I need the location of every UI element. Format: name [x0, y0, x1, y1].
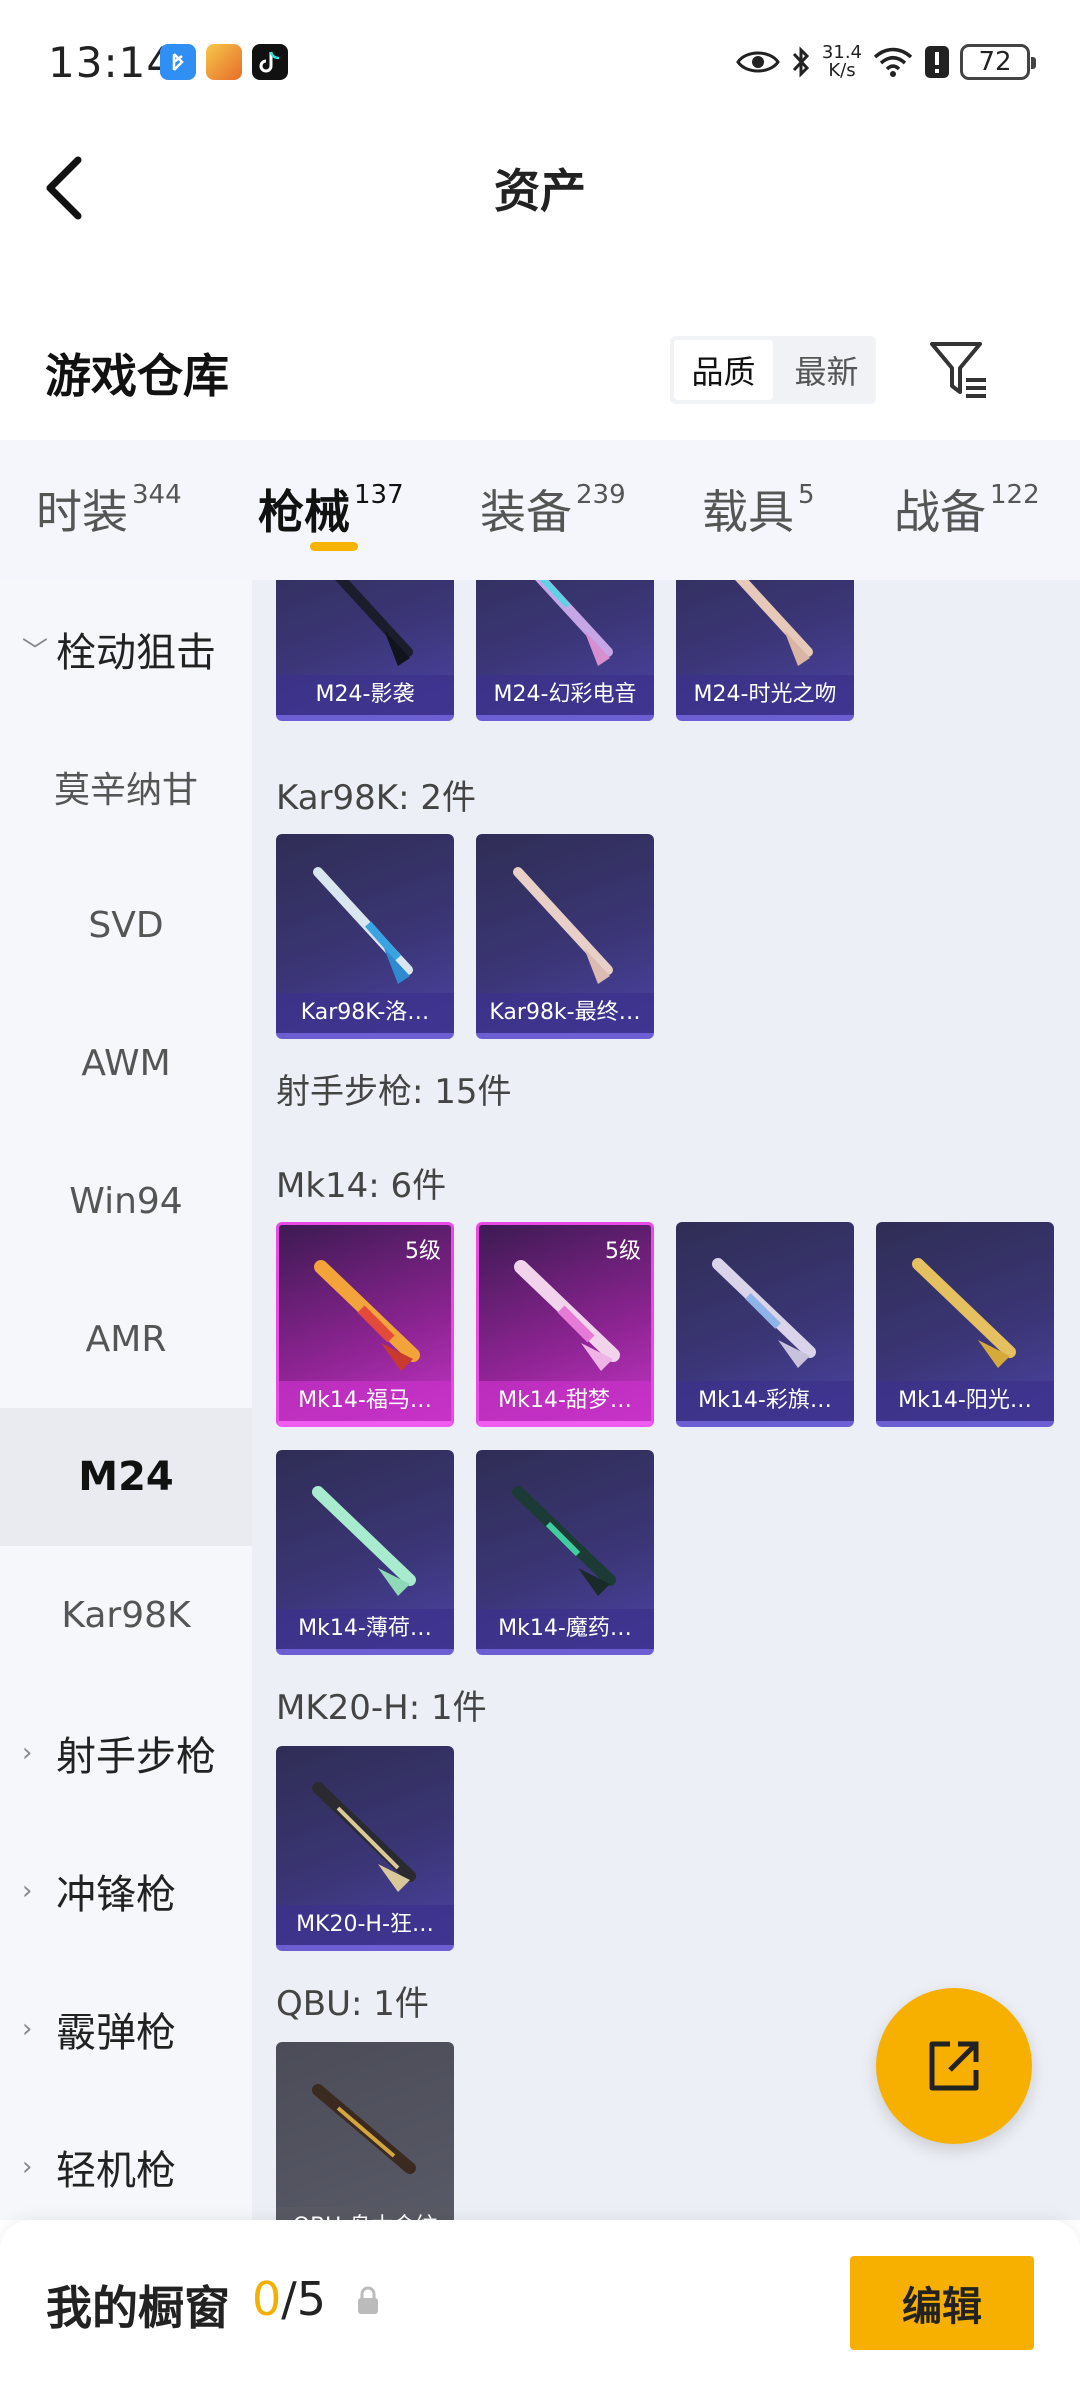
weapon-name: M24-时光之吻 — [676, 675, 854, 715]
showcase-count: 0/5 — [252, 2272, 327, 2326]
sort-latest-option[interactable]: 最新 — [777, 336, 876, 404]
rifle-icon — [513, 867, 613, 984]
sidebar-item-mosin[interactable]: 莫辛纳甘 — [0, 718, 252, 856]
sidebar-item-win94[interactable]: Win94 — [0, 1132, 252, 1270]
rifle-icon — [912, 1258, 1016, 1368]
group-header-kar98k: Kar98K: 2件 — [276, 778, 476, 818]
share-icon — [929, 2041, 979, 2091]
tab-equipment[interactable]: 装备 239 — [480, 476, 626, 542]
showcase-label: 我的橱窗 — [46, 2281, 230, 2335]
weapon-card[interactable]: Kar98k-最终… — [476, 834, 654, 1039]
alert-icon — [925, 46, 949, 78]
rifle-icon — [312, 1782, 416, 1892]
weapon-level: 5级 — [605, 1239, 641, 1264]
showcase-bar: 我的橱窗 0/5 编辑 — [0, 2220, 1080, 2382]
weapon-card[interactable]: Mk14-阳光… — [876, 1222, 1054, 1427]
weapon-card[interactable]: MK20-H-狂… — [276, 1746, 454, 1951]
rifle-icon — [312, 1486, 416, 1596]
weapon-card[interactable]: QBU-鸟木金纹 — [276, 2042, 454, 2220]
share-button[interactable] — [876, 1988, 1032, 2144]
weapon-name: M24-幻彩电音 — [476, 675, 654, 715]
eye-icon — [736, 51, 780, 73]
chevron-down-icon: ﹀ — [22, 636, 49, 667]
sidebar-group-bolt-action[interactable]: ﹀ 栓动狙击 — [0, 580, 252, 718]
weapon-sidebar: ﹀ 栓动狙击 莫辛纳甘 SVD AWM Win94 AMR M24 Kar98K… — [0, 580, 252, 2220]
sidebar-item-svd[interactable]: SVD — [0, 856, 252, 994]
battery-icon: 72 — [960, 44, 1036, 80]
group-header-mk14: Mk14: 6件 — [276, 1166, 447, 1206]
group-header-mk20h: MK20-H: 1件 — [276, 1688, 487, 1728]
weapon-name: Mk14-阳光… — [876, 1381, 1054, 1421]
weapon-name: Mk14-福马… — [279, 1381, 451, 1421]
sidebar-group-marksman[interactable]: › 射手步枪 — [0, 1684, 252, 1822]
tab-fashion[interactable]: 时装 344 — [36, 476, 182, 542]
sidebar-item-kar98k[interactable]: Kar98K — [0, 1546, 252, 1684]
weapon-card[interactable]: M24-影袭 — [276, 580, 454, 721]
weapon-card[interactable]: Kar98K-洛… — [276, 834, 454, 1039]
game-app-icon — [206, 44, 242, 80]
weapon-name: Mk14-彩旗… — [676, 1381, 854, 1421]
weapon-name: Kar98k-最终… — [476, 993, 654, 1033]
weapon-content: M24-影袭 M24-幻彩电音 M24-时光之吻 Kar98K: 2件 Kar9… — [252, 580, 1080, 2220]
weapon-name: Mk14-薄荷… — [276, 1609, 454, 1649]
status-bar: 13:14 31.4 K/s 72 — [0, 0, 1080, 125]
weapon-card[interactable]: 5级 Mk14-甜梦… — [476, 1222, 654, 1427]
tab-firearms[interactable]: 枪械 137 — [258, 476, 404, 542]
group-header-marksman: 射手步枪: 15件 — [276, 1072, 512, 1112]
chevron-right-icon: › — [22, 2152, 33, 2182]
weapon-name: Mk14-魔药… — [476, 1609, 654, 1649]
weapon-name: M24-影袭 — [276, 675, 454, 715]
page-title: 资产 — [494, 164, 586, 218]
tab-combat-gear[interactable]: 战备 122 — [894, 476, 1040, 542]
status-time: 13:14 — [48, 38, 175, 87]
weapon-name: MK20-H-狂… — [276, 1905, 454, 1945]
weapon-card[interactable]: 5级 Mk14-福马… — [276, 1222, 454, 1427]
weapon-card[interactable]: Mk14-薄荷… — [276, 1450, 454, 1655]
weapon-name: QBU-鸟木金纹 — [276, 2207, 454, 2220]
weapon-name: Mk14-甜梦… — [479, 1381, 651, 1421]
rifle-icon — [312, 2084, 416, 2174]
chevron-right-icon: › — [22, 1738, 33, 1768]
rifle-icon — [335, 580, 413, 666]
rifle-icon — [512, 1486, 616, 1596]
filter-button[interactable] — [928, 336, 990, 404]
status-icons: 31.4 K/s 72 — [736, 40, 1036, 84]
sidebar-item-awm[interactable]: AWM — [0, 994, 252, 1132]
tiktok-icon — [252, 44, 288, 80]
weapon-level: 5级 — [405, 1239, 441, 1264]
active-tab-indicator — [310, 542, 358, 551]
sidebar-group-shotgun[interactable]: › 霰弹枪 — [0, 1960, 252, 2098]
filter-icon — [930, 342, 986, 398]
weapon-card[interactable]: Mk14-魔药… — [476, 1450, 654, 1655]
rifle-icon — [735, 580, 813, 666]
bluetooth-icon — [792, 46, 810, 78]
sidebar-item-amr[interactable]: AMR — [0, 1270, 252, 1408]
sidebar-group-smg[interactable]: › 冲锋枪 — [0, 1822, 252, 1960]
rifle-icon — [313, 867, 413, 984]
sort-toggle: 品质 最新 — [670, 336, 876, 404]
bluetooth-app-icon — [160, 44, 196, 80]
lock-icon — [358, 2286, 378, 2314]
tab-vehicles[interactable]: 载具 5 — [702, 476, 815, 542]
sort-quality-option[interactable]: 品质 — [674, 340, 773, 400]
wifi-icon — [873, 47, 913, 77]
rifle-icon — [535, 580, 613, 666]
weapon-card[interactable]: M24-幻彩电音 — [476, 580, 654, 721]
category-tabs: 时装 344 枪械 137 装备 239 载具 5 战备 122 — [0, 440, 1080, 580]
sidebar-item-m24[interactable]: M24 — [0, 1408, 252, 1546]
warehouse-title: 游戏仓库 — [45, 349, 229, 403]
sidebar-group-lmg[interactable]: › 轻机枪 — [0, 2098, 252, 2236]
edit-button[interactable]: 编辑 — [850, 2256, 1034, 2350]
weapon-name: Kar98K-洛… — [276, 993, 454, 1033]
chevron-right-icon: › — [22, 2014, 33, 2044]
weapon-card[interactable]: M24-时光之吻 — [676, 580, 854, 721]
netspeed: 31.4 K/s — [821, 42, 862, 81]
rifle-icon — [712, 1258, 816, 1368]
chevron-right-icon: › — [22, 1876, 33, 1906]
weapon-card[interactable]: Mk14-彩旗… — [676, 1222, 854, 1427]
group-header-qbu: QBU: 1件 — [276, 1984, 429, 2024]
